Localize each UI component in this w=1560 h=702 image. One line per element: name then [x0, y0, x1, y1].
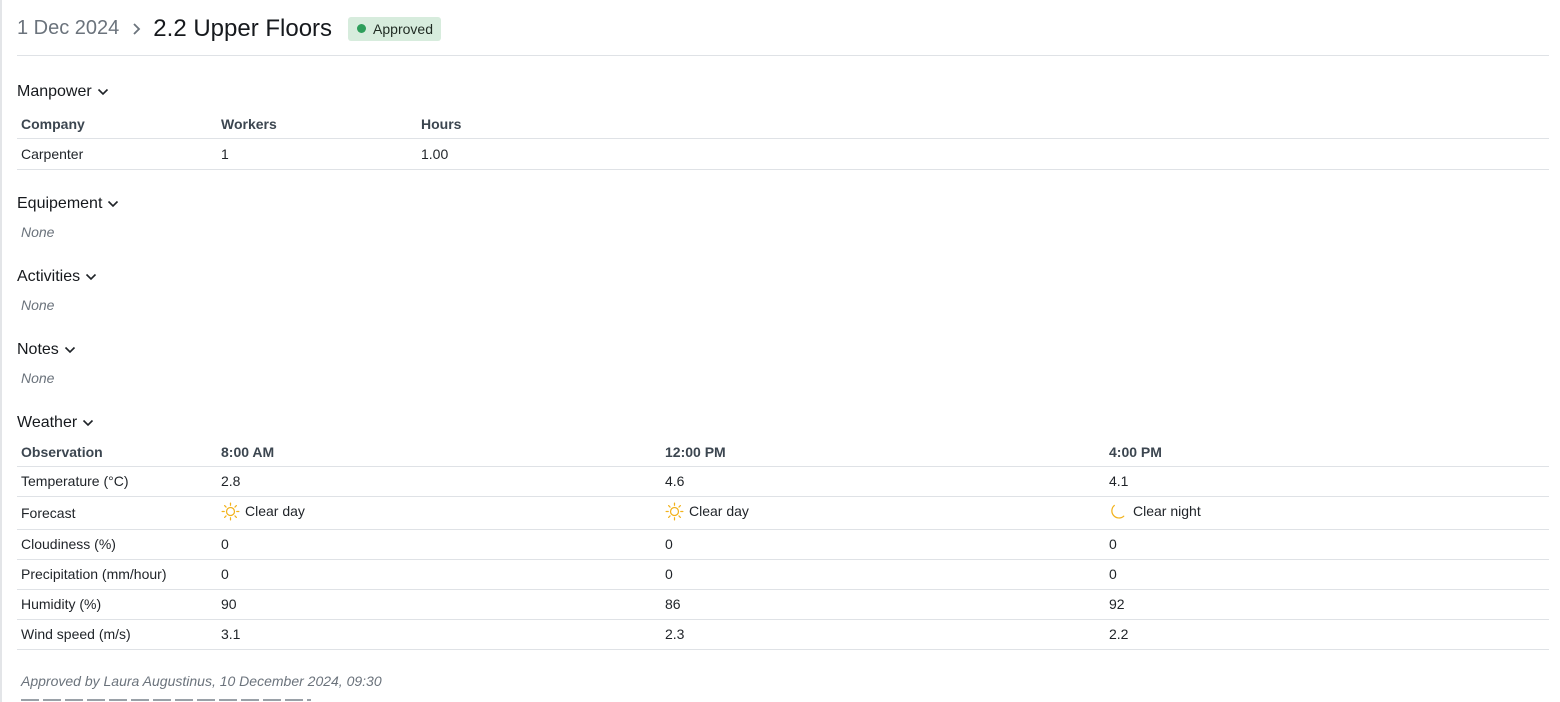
section-title: Activities — [17, 268, 81, 285]
manpower-table: Company Workers Hours Carpenter 1 1.00 — [17, 110, 1549, 170]
cell-company: Carpenter — [17, 138, 217, 170]
table-cell: 86 — [661, 589, 1105, 620]
empty-state: None — [21, 224, 55, 240]
section-title: Equipement — [17, 195, 103, 212]
column-header: 12:00 PM — [661, 438, 1105, 467]
forecast-cell: Clear day — [661, 496, 1105, 530]
table-cell: 0 — [217, 529, 661, 560]
table-cell: 4.6 — [661, 466, 1105, 497]
table-cell: 0 — [1105, 529, 1549, 560]
column-header: Hours — [417, 110, 1549, 139]
empty-state: None — [21, 370, 55, 386]
status-dot-icon — [357, 24, 367, 33]
forecast-cell: Clear day — [217, 496, 661, 530]
chevron-down-icon — [107, 198, 119, 210]
moon-icon — [1111, 504, 1125, 519]
daily-report: 1 Dec 2024 2.2 Upper Floors Approved Man… — [17, 0, 1549, 701]
activities-toggle[interactable]: Activities — [17, 265, 97, 289]
truncated-footer-line — [21, 697, 321, 702]
page-title: 2.2 Upper Floors — [153, 14, 333, 42]
table-cell: 0 — [217, 559, 661, 590]
notes-section: Notes None — [17, 338, 76, 386]
table-cell: 2.2 — [1105, 619, 1549, 650]
approval-note: Approved by Laura Augustinus, 10 Decembe… — [21, 673, 382, 689]
manpower-toggle[interactable]: Manpower — [17, 80, 109, 104]
weather-section: Weather Observation 8:00 AM 12:00 PM 4:0… — [17, 411, 1549, 650]
sun-icon — [221, 502, 240, 520]
forecast-cell: Clear night — [1105, 496, 1549, 530]
manpower-section: Manpower Company Workers Hours Carpenter… — [17, 80, 1549, 170]
status-label: Approved — [373, 20, 433, 37]
empty-state: None — [21, 297, 55, 313]
section-title: Manpower — [17, 83, 92, 100]
table-cell: 92 — [1105, 589, 1549, 620]
row-label: Forecast — [17, 496, 217, 530]
chevron-right-icon — [125, 17, 149, 41]
section-title: Weather — [17, 414, 78, 431]
column-header: Workers — [217, 110, 417, 139]
column-header: Company — [17, 110, 217, 139]
chevron-down-icon — [85, 271, 97, 283]
weather-table: Observation 8:00 AM 12:00 PM 4:00 PM Tem… — [17, 438, 1549, 650]
row-label: Temperature (°C) — [17, 466, 217, 497]
forecast-label: Clear day — [245, 503, 305, 519]
table-row: Precipitation (mm/hour) 0 0 0 — [17, 559, 1549, 590]
table-cell: 3.1 — [217, 619, 661, 650]
table-cell: 90 — [217, 589, 661, 620]
table-cell: 0 — [1105, 559, 1549, 590]
cell-workers: 1 — [217, 138, 417, 170]
table-cell: 0 — [661, 559, 1105, 590]
weather-toggle[interactable]: Weather — [17, 411, 94, 435]
sun-icon — [665, 502, 684, 520]
column-header: 8:00 AM — [217, 438, 661, 467]
section-title: Notes — [17, 341, 59, 358]
column-header: 4:00 PM — [1105, 438, 1549, 467]
chevron-down-icon — [64, 344, 76, 356]
forecast-label: Clear day — [689, 503, 749, 519]
breadcrumb-date[interactable]: 1 Dec 2024 — [17, 17, 119, 40]
report-header: 1 Dec 2024 2.2 Upper Floors Approved — [17, 0, 1549, 56]
equipement-section: Equipement None — [17, 192, 119, 240]
row-label: Cloudiness (%) — [17, 529, 217, 560]
row-label: Wind speed (m/s) — [17, 619, 217, 650]
equipement-toggle[interactable]: Equipement — [17, 192, 119, 216]
chevron-down-icon — [82, 417, 94, 429]
notes-toggle[interactable]: Notes — [17, 338, 76, 362]
table-row: Carpenter 1 1.00 — [17, 138, 1549, 170]
row-label: Precipitation (mm/hour) — [17, 559, 217, 590]
table-cell: 0 — [661, 529, 1105, 560]
table-cell: 2.3 — [661, 619, 1105, 650]
status-badge: Approved — [348, 16, 441, 41]
cell-hours: 1.00 — [417, 138, 1549, 170]
table-cell: 2.8 — [217, 466, 661, 497]
row-label: Humidity (%) — [17, 589, 217, 620]
left-divider — [0, 0, 2, 702]
chevron-down-icon — [97, 86, 109, 98]
table-cell: 4.1 — [1105, 466, 1549, 497]
table-row: Wind speed (m/s) 3.1 2.3 2.2 — [17, 619, 1549, 650]
table-row: Cloudiness (%) 0 0 0 — [17, 529, 1549, 560]
activities-section: Activities None — [17, 265, 97, 313]
forecast-label: Clear night — [1133, 503, 1201, 519]
column-header: Observation — [17, 438, 217, 467]
table-row: Temperature (°C) 2.8 4.6 4.1 — [17, 466, 1549, 497]
table-row: Forecast Clear day Clear day Clear night — [17, 496, 1549, 530]
table-row: Humidity (%) 90 86 92 — [17, 589, 1549, 620]
